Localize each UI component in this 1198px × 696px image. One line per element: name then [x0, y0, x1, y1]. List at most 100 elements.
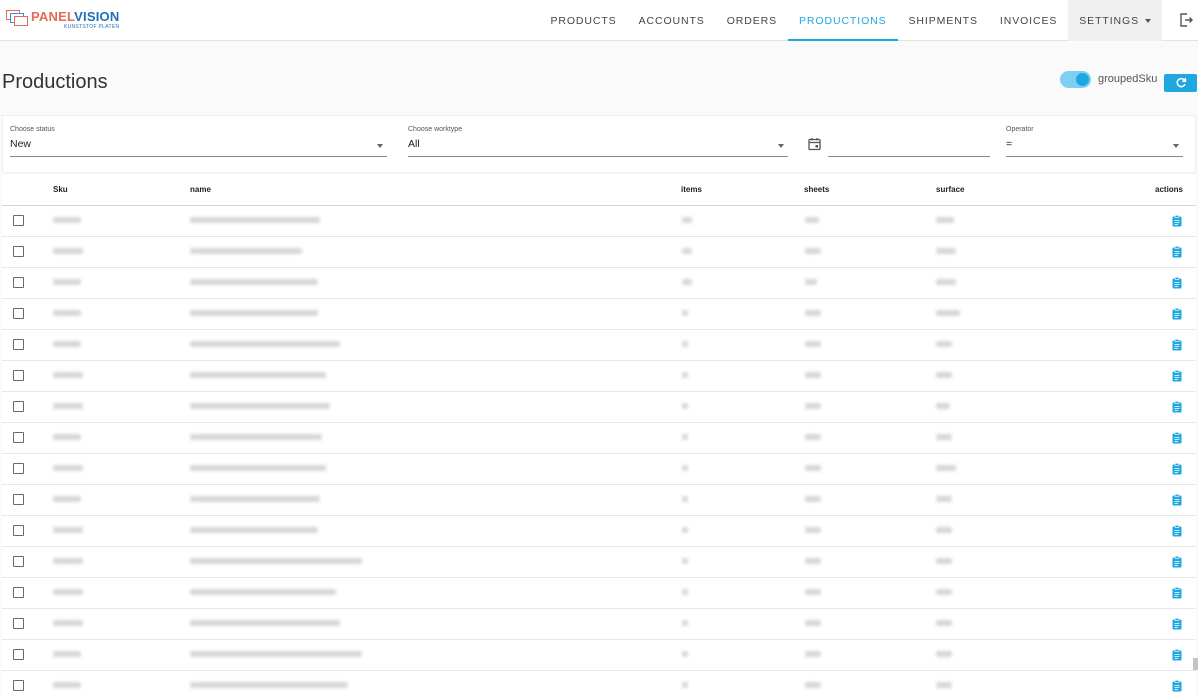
row-checkbox[interactable] [13, 401, 24, 412]
calendar-icon[interactable] [808, 137, 821, 151]
row-checkbox[interactable] [13, 556, 24, 567]
column-header-actions: actions [1155, 185, 1184, 194]
surface-cell-redacted [936, 341, 952, 347]
nav-item-shipments[interactable]: SHIPMENTS [898, 0, 989, 41]
column-header-items[interactable]: items [681, 185, 702, 194]
clipboard-icon[interactable] [1172, 618, 1182, 630]
clipboard-icon[interactable] [1172, 277, 1182, 289]
items-cell-redacted [682, 620, 688, 626]
row-checkbox[interactable] [13, 649, 24, 660]
nav-item-orders[interactable]: ORDERS [716, 0, 788, 41]
clipboard-icon[interactable] [1172, 339, 1182, 351]
table-row[interactable] [2, 578, 1196, 609]
refresh-button[interactable] [1164, 74, 1197, 92]
clipboard-icon[interactable] [1172, 680, 1182, 692]
sheets-cell-redacted [805, 341, 821, 347]
table-row[interactable] [2, 547, 1196, 578]
name-cell-redacted [190, 651, 362, 657]
table-row[interactable] [2, 454, 1196, 485]
sku-cell-redacted [53, 248, 83, 254]
row-checkbox[interactable] [13, 308, 24, 319]
column-header-sheets[interactable]: sheets [804, 185, 829, 194]
status-select[interactable]: Choose status New [10, 126, 387, 157]
items-cell-redacted [682, 217, 692, 223]
column-header-sku[interactable]: Sku [53, 185, 68, 194]
surface-cell-redacted [936, 682, 952, 688]
items-cell-redacted [682, 465, 688, 471]
row-checkbox[interactable] [13, 618, 24, 629]
scrollbar-thumb[interactable] [1193, 658, 1198, 670]
column-header-surface[interactable]: surface [936, 185, 964, 194]
table-row[interactable] [2, 237, 1196, 268]
surface-cell-redacted [936, 279, 956, 285]
clipboard-icon[interactable] [1172, 556, 1182, 568]
row-checkbox[interactable] [13, 587, 24, 598]
table-row[interactable] [2, 299, 1196, 330]
column-header-name[interactable]: name [190, 185, 211, 194]
clipboard-icon[interactable] [1172, 494, 1182, 506]
clipboard-icon[interactable] [1172, 432, 1182, 444]
clipboard-icon[interactable] [1172, 401, 1182, 413]
clipboard-icon[interactable] [1172, 525, 1182, 537]
table-row[interactable] [2, 268, 1196, 299]
table-row[interactable] [2, 516, 1196, 547]
sku-cell-redacted [53, 527, 83, 533]
grouped-sku-label: groupedSku [1098, 73, 1158, 85]
row-checkbox[interactable] [13, 494, 24, 505]
sheets-cell-redacted [805, 589, 821, 595]
surface-cell-redacted [936, 248, 956, 254]
clipboard-icon[interactable] [1172, 215, 1182, 227]
worktype-select[interactable]: Choose worktype All [408, 126, 788, 157]
clipboard-icon[interactable] [1172, 370, 1182, 382]
clipboard-icon[interactable] [1172, 246, 1182, 258]
surface-cell-redacted [936, 310, 960, 316]
row-checkbox[interactable] [13, 525, 24, 536]
table-row[interactable] [2, 206, 1196, 237]
row-checkbox[interactable] [13, 463, 24, 474]
surface-cell-redacted [936, 465, 956, 471]
nav-item-accounts[interactable]: ACCOUNTS [628, 0, 716, 41]
row-checkbox[interactable] [13, 339, 24, 350]
clipboard-icon[interactable] [1172, 649, 1182, 661]
table-row[interactable] [2, 392, 1196, 423]
brand-logo[interactable]: PANELVISION KUNSTSTOF PLATEN [6, 10, 119, 32]
clipboard-icon[interactable] [1172, 308, 1182, 320]
row-checkbox[interactable] [13, 246, 24, 257]
table-row[interactable] [2, 361, 1196, 392]
surface-cell-redacted [936, 496, 952, 502]
name-cell-redacted [190, 434, 322, 440]
logout-icon[interactable] [1178, 12, 1194, 28]
row-checkbox[interactable] [13, 432, 24, 443]
row-checkbox[interactable] [13, 680, 24, 691]
status-value: New [10, 138, 32, 150]
clipboard-icon[interactable] [1172, 587, 1182, 599]
name-cell-redacted [190, 589, 336, 595]
clipboard-icon[interactable] [1172, 463, 1182, 475]
row-checkbox[interactable] [13, 277, 24, 288]
sku-cell-redacted [53, 558, 83, 564]
surface-cell-redacted [936, 217, 954, 223]
name-cell-redacted [190, 465, 326, 471]
worktype-value: All [408, 138, 420, 150]
table-row[interactable] [2, 640, 1196, 671]
table-row[interactable] [2, 671, 1196, 696]
nav-item-productions[interactable]: PRODUCTIONS [788, 0, 898, 41]
operator-select[interactable]: Operator = [1006, 126, 1183, 157]
logo-mark-icon [6, 10, 28, 26]
sku-cell-redacted [53, 496, 81, 502]
row-checkbox[interactable] [13, 370, 24, 381]
items-cell-redacted [682, 310, 688, 316]
table-row[interactable] [2, 330, 1196, 361]
name-cell-redacted [190, 403, 330, 409]
nav-item-invoices[interactable]: INVOICES [989, 0, 1068, 41]
nav-item-products[interactable]: PRODUCTS [539, 0, 627, 41]
main-nav: PRODUCTS ACCOUNTS ORDERS PRODUCTIONS SHI… [539, 0, 1162, 41]
grouped-sku-toggle[interactable] [1060, 71, 1091, 88]
page-title: Productions [2, 71, 108, 93]
date-input[interactable] [828, 126, 990, 157]
table-row[interactable] [2, 423, 1196, 454]
table-row[interactable] [2, 485, 1196, 516]
row-checkbox[interactable] [13, 215, 24, 226]
table-row[interactable] [2, 609, 1196, 640]
nav-item-settings[interactable]: SETTINGS [1068, 0, 1162, 41]
